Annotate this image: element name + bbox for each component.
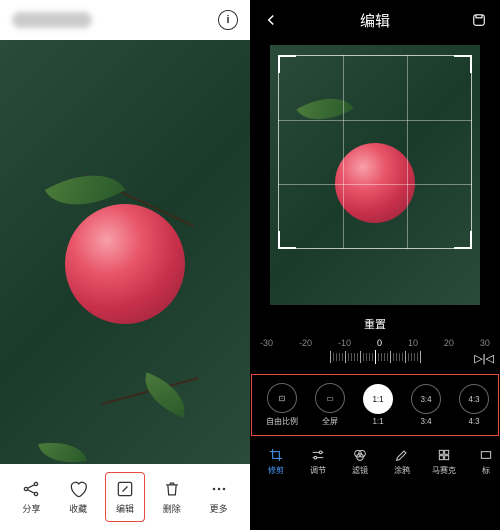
- crop-handle-bl[interactable]: [278, 231, 296, 249]
- edit-button[interactable]: 编辑: [105, 472, 145, 522]
- save-icon[interactable]: [470, 11, 488, 29]
- tool-mosaic[interactable]: 马赛克: [424, 447, 464, 476]
- delete-label: 删除: [163, 502, 181, 515]
- rotation-ruler[interactable]: -30 -20 -10 0 10 20 30 ▷|◁: [250, 338, 500, 370]
- share-label: 分享: [22, 502, 40, 515]
- ratio-free[interactable]: ⊡自由比例: [260, 383, 304, 427]
- share-button[interactable]: 分享: [11, 472, 51, 522]
- aspect-ratio-row: ⊡自由比例 ▭全屏 1:11:1 3:43:4 4:34:3: [251, 374, 499, 436]
- crop-canvas[interactable]: [250, 40, 500, 310]
- ratio-full[interactable]: ▭全屏: [308, 383, 352, 427]
- tool-filter[interactable]: 滤镜: [340, 447, 380, 476]
- tool-row: 修剪 调节 滤镜 涂鸦 马赛克 标: [250, 436, 500, 486]
- ratio-3-4[interactable]: 3:43:4: [404, 384, 448, 426]
- crop-frame[interactable]: [278, 55, 472, 249]
- left-header: i: [0, 0, 250, 40]
- right-header: 编辑: [250, 0, 500, 40]
- favorite-button[interactable]: 收藏: [58, 472, 98, 522]
- more-button[interactable]: 更多: [199, 472, 239, 522]
- crop-handle-tr[interactable]: [454, 55, 472, 73]
- crop-handle-tl[interactable]: [278, 55, 296, 73]
- tool-crop[interactable]: 修剪: [256, 447, 296, 476]
- ratio-4-3[interactable]: 4:34:3: [452, 384, 496, 426]
- tool-label[interactable]: 标: [466, 447, 500, 476]
- flip-icon[interactable]: ▷|◁: [474, 352, 494, 365]
- crop-handle-br[interactable]: [454, 231, 472, 249]
- back-icon[interactable]: [262, 11, 280, 29]
- ratio-1-1[interactable]: 1:11:1: [356, 384, 400, 426]
- photo-preview[interactable]: [0, 40, 250, 464]
- more-label: 更多: [210, 502, 228, 515]
- reset-button[interactable]: 重置: [250, 310, 500, 338]
- info-icon[interactable]: i: [218, 10, 238, 30]
- edit-label: 编辑: [116, 502, 134, 515]
- tool-adjust[interactable]: 调节: [298, 447, 338, 476]
- tool-doodle[interactable]: 涂鸦: [382, 447, 422, 476]
- blurred-text: [12, 12, 92, 28]
- left-bottom-bar: 分享 收藏 编辑 删除 更多: [0, 464, 250, 530]
- delete-button[interactable]: 删除: [152, 472, 192, 522]
- favorite-label: 收藏: [69, 502, 87, 515]
- edit-title: 编辑: [360, 10, 390, 31]
